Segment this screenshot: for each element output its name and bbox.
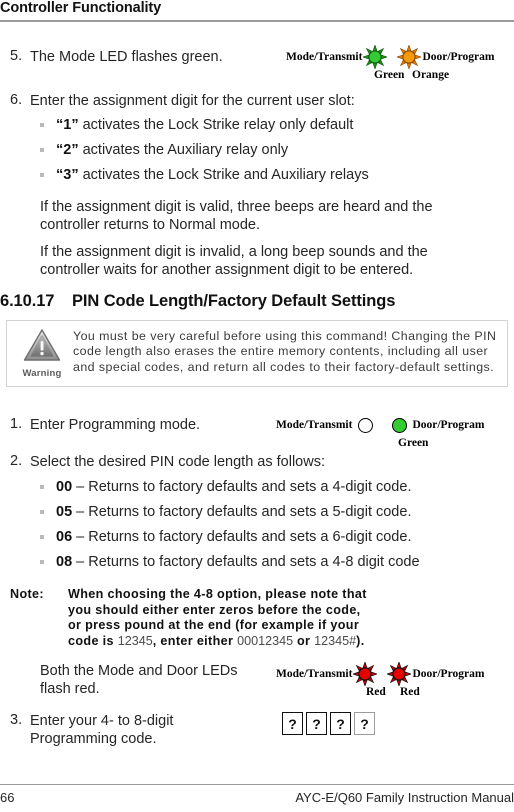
note-code-1: 12345 (117, 633, 153, 648)
page-number: 66 (0, 790, 15, 805)
paragraph-invalid-digit: If the assignment digit is invalid, a lo… (40, 244, 428, 278)
header-divider (0, 20, 514, 22)
led-indicator-door-green (386, 412, 412, 438)
pin-length-bullet-1-code: 00 (56, 479, 73, 495)
step-6-text: Enter the assignment digit for the curre… (30, 93, 355, 109)
led-indicator-mode-red (352, 661, 378, 687)
pin-length-bullet-3: 06 – Returns to factory defaults and set… (40, 529, 411, 545)
led-indicator-door-red (386, 661, 412, 687)
pin-length-bullet-4-code: 08 (56, 554, 73, 570)
section-heading: 6.10.17 PIN Code Length/Factory Default … (0, 292, 500, 311)
warning-icon-wrap: Warning (11, 327, 73, 379)
running-head: Controller Functionality (0, 0, 162, 16)
assignment-bullet-2: “2” activates the Auxiliary relay only (40, 142, 288, 158)
warning-box: Warning You must be very careful before … (6, 320, 508, 387)
led-indicator-mode-off (352, 412, 378, 438)
paragraph-valid-digit: If the assignment digit is valid, three … (40, 199, 433, 233)
keypad-digit-2[interactable]: ? (306, 712, 327, 735)
section-number: 6.10.17 (0, 292, 55, 310)
keypad-digit-4[interactable]: ? (354, 712, 375, 735)
led-diagram-red-red: Mode/Transmit Door/Program Red Red (276, 661, 484, 698)
note-part-2: , enter either (152, 633, 238, 648)
led-label-mode-transmit: Mode/Transmit (276, 668, 353, 680)
assignment-bullet-2-code: “2” (56, 142, 79, 158)
led-diagram-green-orange: Mode/Transmit Door/Program Green Orange (286, 44, 494, 81)
step-1-number: 1. (10, 416, 23, 432)
pin-length-bullet-3-code: 06 (56, 529, 73, 545)
warning-triangle-icon (23, 329, 61, 361)
led-sub-green: Green (374, 69, 405, 81)
step-1-programming-mode: 1. Enter Programming mode. (0, 416, 280, 434)
note-part-3: or (293, 633, 315, 648)
led-indicator-door-orange (396, 44, 422, 70)
bullet-square-icon (40, 142, 56, 152)
step-5-number: 5. (10, 48, 23, 64)
warning-text: You must be very careful before using th… (73, 329, 497, 374)
step-3-number: 3. (10, 712, 23, 728)
led-indicator-mode-green (362, 44, 388, 70)
assignment-bullet-2-text: activates the Auxiliary relay only (78, 142, 289, 158)
pin-length-bullet-1: 00 – Returns to factory defaults and set… (40, 479, 411, 495)
note-label: Note: (10, 587, 44, 601)
step-1-text: Enter Programming mode. (30, 417, 201, 433)
pin-length-bullet-2-code: 05 (56, 504, 73, 520)
step-2-number: 2. (10, 453, 23, 469)
warning-label: Warning (22, 368, 62, 379)
pin-length-bullet-1-text: – Returns to factory defaults and sets a… (72, 479, 412, 495)
led-sub-red-left: Red (366, 686, 386, 698)
note-code-2: 00012345 (237, 633, 294, 648)
note-text: When choosing the 4-8 option, please not… (68, 587, 368, 649)
assignment-bullet-1-text: activates the Lock Strike relay only def… (78, 117, 354, 133)
bullet-square-icon (40, 529, 56, 539)
step-6: 6. Enter the assignment digit for the cu… (0, 92, 420, 110)
assignment-bullet-3-code: “3” (56, 167, 79, 183)
step-5-text: The Mode LED flashes green. (30, 49, 223, 65)
note-part-4: ). (356, 633, 365, 648)
led-label-door-program: Door/Program (412, 668, 485, 680)
paragraph-both-leds: Both the Mode and Door LEDs flash red. (40, 663, 238, 697)
step-2-text: Select the desired PIN code length as fo… (30, 454, 325, 470)
assignment-bullet-3-text: activates the Lock Strike and Auxiliary … (78, 167, 369, 183)
led-label-mode-transmit: Mode/Transmit (276, 419, 353, 431)
led-sub-green: Green (398, 437, 429, 449)
bullet-square-icon (40, 554, 56, 564)
keypad-digit-1[interactable]: ? (282, 712, 303, 735)
manual-title: AYC-E/Q60 Family Instruction Manual (295, 790, 514, 805)
keypad-digit-boxes: ? ? ? ? (282, 712, 375, 735)
note-block: Note: When choosing the 4-8 option, plea… (10, 587, 368, 649)
note-code-3: 12345# (314, 633, 357, 648)
bullet-square-icon (40, 504, 56, 514)
pin-length-bullet-2-text: – Returns to factory defaults and sets a… (72, 504, 412, 520)
pin-length-bullet-2: 05 – Returns to factory defaults and set… (40, 504, 411, 520)
led-label-mode-transmit: Mode/Transmit (286, 51, 363, 63)
bullet-square-icon (40, 167, 56, 177)
assignment-bullet-3: “3” activates the Lock Strike and Auxili… (40, 167, 369, 183)
step-6-number: 6. (10, 92, 23, 108)
led-label-door-program: Door/Program (422, 51, 495, 63)
assignment-bullet-1: “1” activates the Lock Strike relay only… (40, 117, 353, 133)
led-sub-orange: Orange (412, 69, 450, 81)
led-label-door-program: Door/Program (412, 419, 485, 431)
keypad-digit-3[interactable]: ? (330, 712, 351, 735)
led-sub-red-right: Red (400, 686, 420, 698)
pin-length-bullet-4: 08 – Returns to factory defaults and set… (40, 554, 420, 570)
bullet-square-icon (40, 117, 56, 127)
pin-length-bullet-4-text: – Returns to factory defaults and sets a… (72, 554, 420, 570)
footer-divider (0, 784, 514, 785)
step-3-text: Enter your 4- to 8-digit Programming cod… (30, 713, 174, 747)
step-2-pin-length: 2. Select the desired PIN code length as… (0, 453, 400, 471)
document-page: Controller Functionality 5. The Mode LED… (0, 0, 514, 812)
pin-length-bullet-3-text: – Returns to factory defaults and sets a… (72, 529, 412, 545)
step-3-enter-code: 3. Enter your 4- to 8-digit Programming … (0, 712, 230, 748)
assignment-bullet-1-code: “1” (56, 117, 79, 133)
led-diagram-off-green: Mode/Transmit Door/Program Green (276, 412, 484, 449)
bullet-square-icon (40, 479, 56, 489)
section-title: PIN Code Length/Factory Default Settings (72, 292, 396, 310)
step-5: 5. The Mode LED flashes green. (0, 48, 300, 66)
